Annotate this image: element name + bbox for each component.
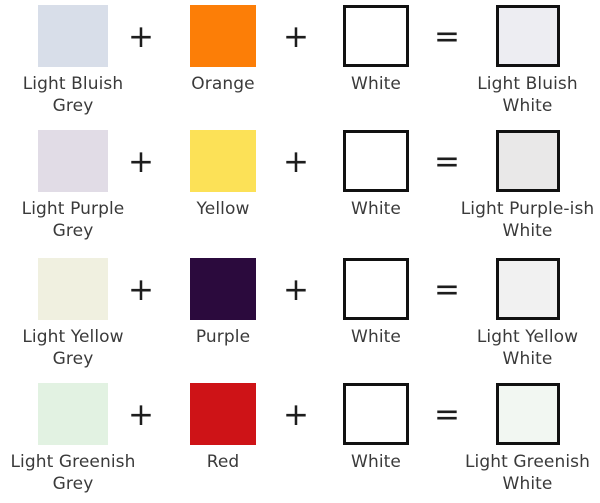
swatch-cell-white[interactable]: White [311, 125, 441, 220]
plus-operator-icon: + [128, 272, 154, 308]
plus-operator-icon: + [128, 397, 154, 433]
color-label: Light Greenish Grey [10, 452, 136, 495]
color-label: White [351, 452, 401, 472]
color-mixing-chart: Light Bluish Grey + Orange + White = Lig… [0, 0, 600, 500]
color-swatch[interactable] [495, 130, 560, 192]
swatch-cell-white[interactable]: White [311, 378, 441, 473]
color-label: Light Bluish Grey [22, 74, 124, 117]
color-label: Light Yellow Grey [22, 327, 124, 370]
color-equation-row: Light Purple Grey + Yellow + White = Lig… [0, 125, 600, 250]
swatch-cell-base[interactable]: Light Purple Grey [4, 125, 142, 243]
swatch-cell-result[interactable]: Light Greenish White [455, 378, 600, 496]
plus-operator-icon: + [283, 19, 309, 55]
color-swatch[interactable] [190, 5, 256, 67]
color-label: Yellow [196, 199, 250, 219]
swatch-cell-accent[interactable]: Yellow [158, 125, 288, 220]
plus-operator-icon: + [128, 144, 154, 180]
plus-operator-icon: + [283, 397, 309, 433]
color-label: Light Yellow White [476, 327, 579, 370]
color-swatch[interactable] [343, 130, 409, 192]
plus-operator-icon: + [128, 19, 154, 55]
color-swatch[interactable] [495, 5, 560, 67]
color-swatch[interactable] [343, 383, 409, 445]
color-label: Light Purple-ish White [460, 199, 595, 242]
swatch-cell-result[interactable]: Light Bluish White [455, 0, 600, 118]
color-label: White [351, 74, 401, 94]
color-swatch[interactable] [495, 258, 560, 320]
plus-operator-icon: + [283, 272, 309, 308]
color-label: Light Purple Grey [21, 199, 125, 242]
color-label: White [351, 327, 401, 347]
color-label: Light Bluish White [477, 74, 578, 117]
plus-operator-icon: + [283, 144, 309, 180]
color-swatch[interactable] [343, 5, 409, 67]
color-swatch[interactable] [38, 258, 108, 320]
color-equation-row: Light Greenish Grey + Red + White = Ligh… [0, 378, 600, 503]
swatch-cell-base[interactable]: Light Bluish Grey [4, 0, 142, 118]
swatch-cell-result[interactable]: Light Purple-ish White [455, 125, 600, 243]
swatch-cell-base[interactable]: Light Yellow Grey [4, 253, 142, 371]
color-equation-row: Light Yellow Grey + Purple + White = Lig… [0, 253, 600, 378]
color-label: Light Greenish White [464, 452, 591, 495]
color-swatch[interactable] [495, 383, 560, 445]
color-swatch[interactable] [190, 130, 256, 192]
swatch-cell-white[interactable]: White [311, 253, 441, 348]
swatch-cell-accent[interactable]: Orange [158, 0, 288, 95]
color-swatch[interactable] [38, 5, 108, 67]
swatch-cell-result[interactable]: Light Yellow White [455, 253, 600, 371]
swatch-cell-accent[interactable]: Purple [158, 253, 288, 348]
color-label: Purple [195, 327, 251, 347]
color-equation-row: Light Bluish Grey + Orange + White = Lig… [0, 0, 600, 125]
color-label: Red [206, 452, 240, 472]
swatch-cell-white[interactable]: White [311, 0, 441, 95]
color-swatch[interactable] [190, 383, 256, 445]
swatch-cell-base[interactable]: Light Greenish Grey [4, 378, 142, 496]
color-swatch[interactable] [343, 258, 409, 320]
color-swatch[interactable] [190, 258, 256, 320]
color-swatch[interactable] [38, 130, 108, 192]
color-swatch[interactable] [38, 383, 108, 445]
swatch-cell-accent[interactable]: Red [158, 378, 288, 473]
color-label: Orange [191, 74, 255, 94]
color-label: White [351, 199, 401, 219]
